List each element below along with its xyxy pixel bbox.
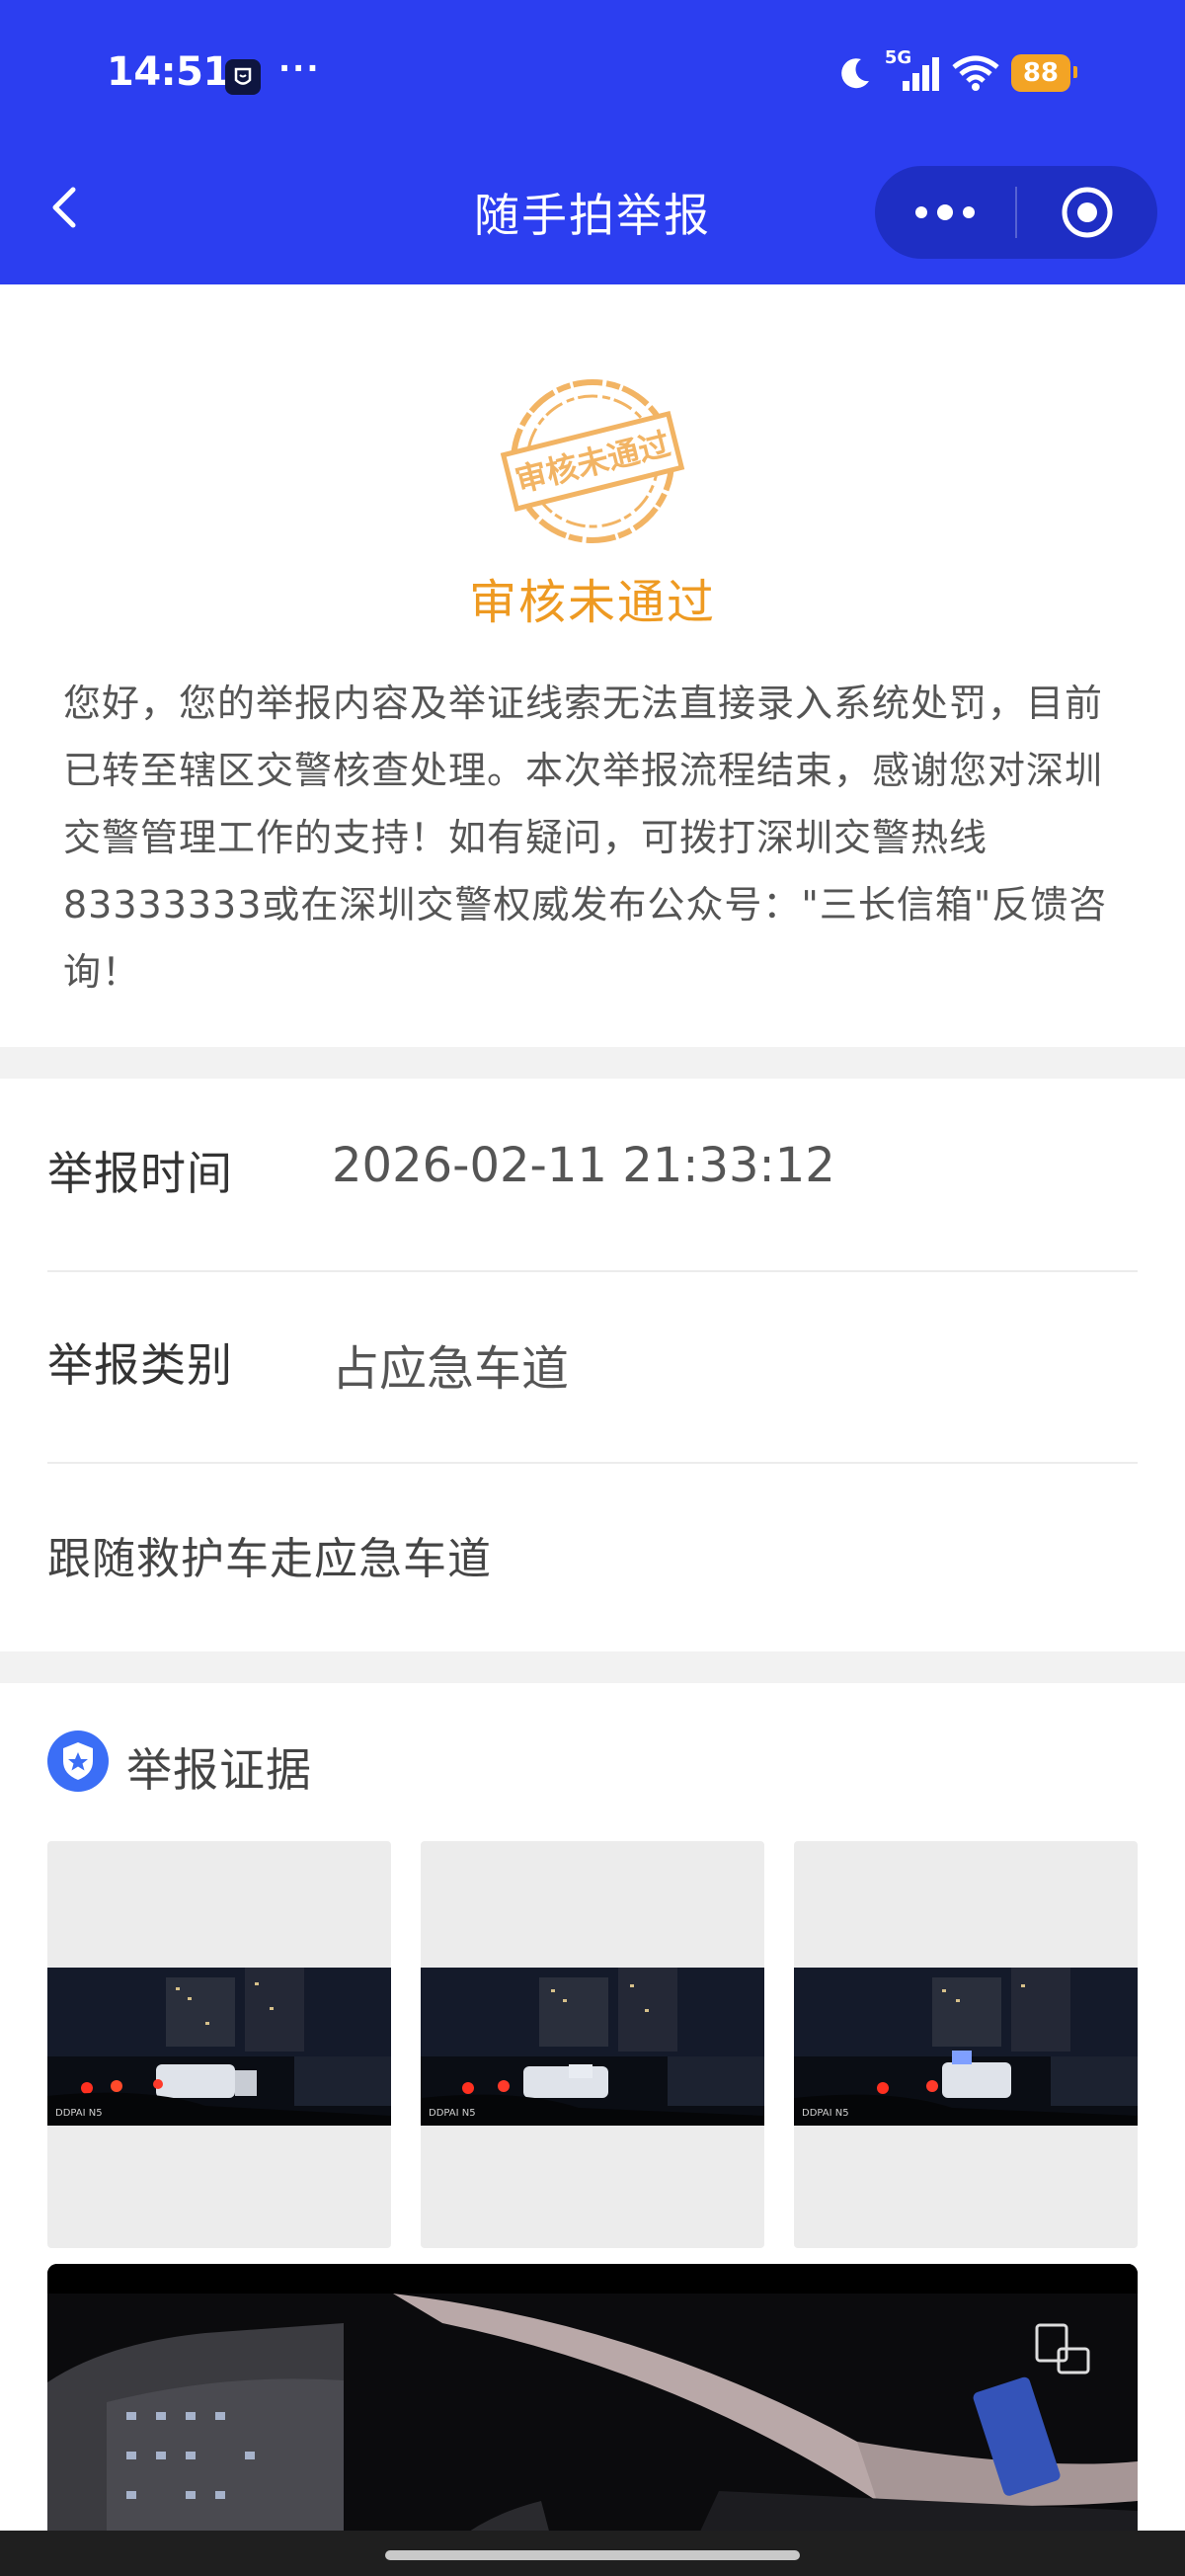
photo-caption: DDPAI N5 <box>429 2108 476 2119</box>
detail-row-category: 举报类别 占应急车道 <box>47 1270 1138 1464</box>
detail-row-time: 举报时间 2026-02-11 21:33:12 <box>47 1079 1138 1272</box>
review-status-title: 审核未通过 <box>468 575 716 630</box>
rejected-stamp: 审核未通过 <box>500 379 685 543</box>
review-result-card: 审核未通过 审核未通过 您好，您的举报内容及举证线索无法直接录入系统处罚，目前已… <box>0 284 1185 1047</box>
photo-caption: DDPAI N5 <box>55 2108 103 2119</box>
wifi-icon <box>952 55 999 91</box>
evidence-photo[interactable]: DDPAI N5 <box>47 1841 391 2248</box>
review-description: 您好，您的举报内容及举证线索无法直接录入系统处罚，目前已转至辖区交警核查处理。本… <box>63 682 1108 994</box>
report-remark: 跟随救护车走应急车道 <box>47 1534 492 1584</box>
evidence-photo[interactable]: DDPAI N5 <box>794 1841 1138 2248</box>
evidence-title: 举报证据 <box>126 1743 312 1797</box>
rotate-screen-icon[interactable] <box>1033 2321 1092 2380</box>
photo-caption: DDPAI N5 <box>802 2108 849 2119</box>
badge-shield-icon <box>47 1731 109 1792</box>
evidence-card: 举报证据 DDPAI N5 DDPAI N5 DDPAI N5 <box>0 1683 1185 2576</box>
status-time: 14:51 <box>107 49 230 95</box>
detail-value: 2026-02-11 21:33:12 <box>332 1138 835 1193</box>
target-circle-icon[interactable] <box>1017 166 1157 259</box>
evidence-photo[interactable]: DDPAI N5 <box>421 1841 764 2248</box>
app-notification-icon <box>225 59 261 95</box>
detail-label: 举报类别 <box>47 1338 233 1392</box>
header: 14:51 ··· 5G 88 随手拍举报 <box>0 0 1185 284</box>
mini-program-capsule <box>875 166 1157 259</box>
home-indicator-bar <box>0 2531 1185 2576</box>
detail-value: 占应急车道 <box>332 1341 570 1397</box>
battery-indicator: 88 <box>1010 54 1078 92</box>
status-more-dots: ··· <box>278 49 321 87</box>
report-details-card: 举报时间 2026-02-11 21:33:12 举报类别 占应急车道 跟随救护… <box>0 1079 1185 1651</box>
detail-label: 举报时间 <box>47 1147 233 1200</box>
home-indicator[interactable] <box>385 2550 800 2560</box>
status-indicators: 5G 88 <box>835 47 1078 95</box>
moon-icon <box>840 58 869 89</box>
signal-icon: 5G <box>885 47 940 95</box>
more-dots-icon[interactable] <box>875 166 1015 259</box>
evidence-video[interactable] <box>47 2264 1138 2576</box>
